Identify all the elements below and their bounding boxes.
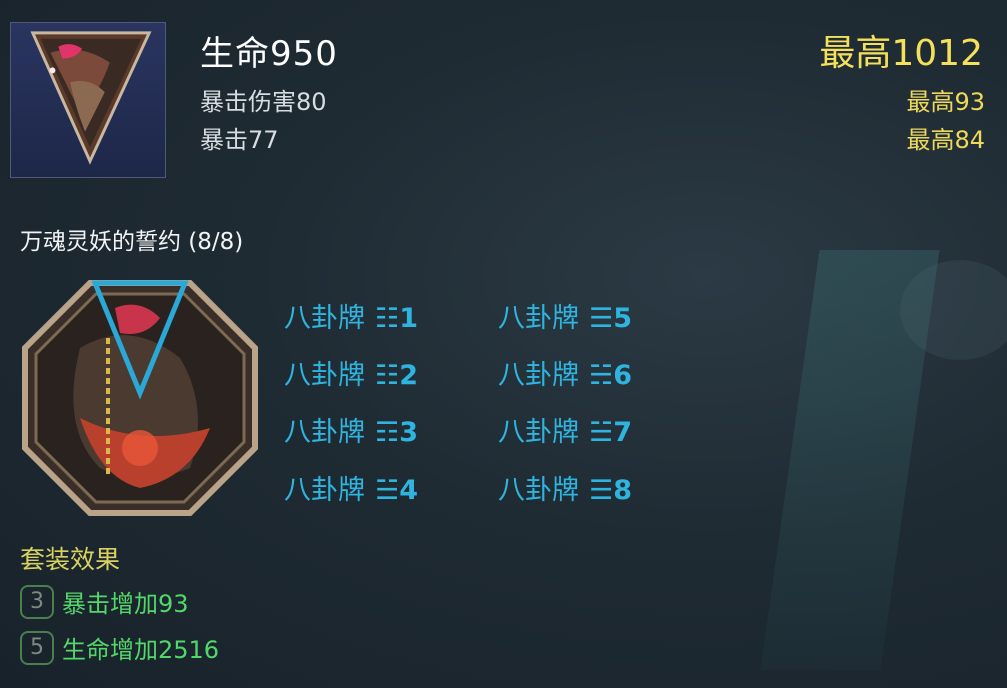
set-emblem bbox=[20, 278, 260, 518]
trigram-icon: ☱4 bbox=[375, 475, 418, 506]
set-piece-label: 八卦牌 bbox=[498, 417, 579, 448]
set-piece-5[interactable]: 八卦牌 ☰5 bbox=[498, 296, 632, 335]
piece-count-badge: 3 bbox=[20, 584, 54, 619]
trigram-icon: ☱7 bbox=[589, 417, 632, 448]
sub-stat-crit: 暴击77 bbox=[200, 126, 279, 154]
item-icon-slot[interactable] bbox=[10, 22, 166, 178]
set-piece-label: 八卦牌 bbox=[284, 303, 365, 334]
set-piece-1[interactable]: 八卦牌 ☷1 bbox=[284, 296, 418, 335]
set-piece-2[interactable]: 八卦牌 ☷2 bbox=[284, 353, 418, 392]
trigram-icon: ☵6 bbox=[589, 360, 632, 391]
octagon-set-emblem-icon bbox=[22, 280, 258, 516]
triangle-shard-icon bbox=[30, 31, 152, 165]
set-name: 万魂灵妖的誓约 (8/8) bbox=[20, 229, 244, 255]
sub-stat-1-max: 最高93 bbox=[906, 88, 985, 116]
set-piece-label: 八卦牌 bbox=[284, 475, 365, 506]
sub-stat-crit-damage: 暴击伤害80 bbox=[200, 88, 327, 116]
set-piece-7[interactable]: 八卦牌 ☱7 bbox=[498, 410, 632, 449]
main-stat: 生命950 bbox=[200, 34, 338, 74]
trigram-icon: ☶3 bbox=[375, 417, 418, 448]
trigram-icon: ☰8 bbox=[589, 475, 632, 506]
trigram-icon: ☷2 bbox=[375, 360, 418, 391]
set-piece-label: 八卦牌 bbox=[498, 360, 579, 391]
set-piece-label: 八卦牌 bbox=[284, 417, 365, 448]
set-piece-label: 八卦牌 bbox=[498, 475, 579, 506]
set-effect-row: 5 生命增加2516 bbox=[20, 630, 219, 665]
set-piece-6[interactable]: 八卦牌 ☵6 bbox=[498, 353, 632, 392]
sub-stat-2-max: 最高84 bbox=[906, 126, 985, 154]
set-effect-row: 3 暴击增加93 bbox=[20, 584, 189, 619]
set-effect-text: 暴击增加93 bbox=[62, 590, 189, 618]
set-piece-4[interactable]: 八卦牌 ☱4 bbox=[284, 468, 418, 507]
main-stat-max: 最高1012 bbox=[819, 33, 983, 74]
set-effects-title: 套装效果 bbox=[20, 545, 121, 574]
piece-count-badge: 5 bbox=[20, 630, 54, 665]
trigram-icon: ☰5 bbox=[589, 303, 632, 334]
set-effect-text: 生命增加2516 bbox=[62, 636, 220, 664]
set-piece-label: 八卦牌 bbox=[498, 303, 579, 334]
set-piece-3[interactable]: 八卦牌 ☶3 bbox=[284, 410, 418, 449]
trigram-icon: ☷1 bbox=[375, 303, 418, 334]
set-piece-label: 八卦牌 bbox=[284, 360, 365, 391]
set-piece-8[interactable]: 八卦牌 ☰8 bbox=[498, 468, 632, 507]
